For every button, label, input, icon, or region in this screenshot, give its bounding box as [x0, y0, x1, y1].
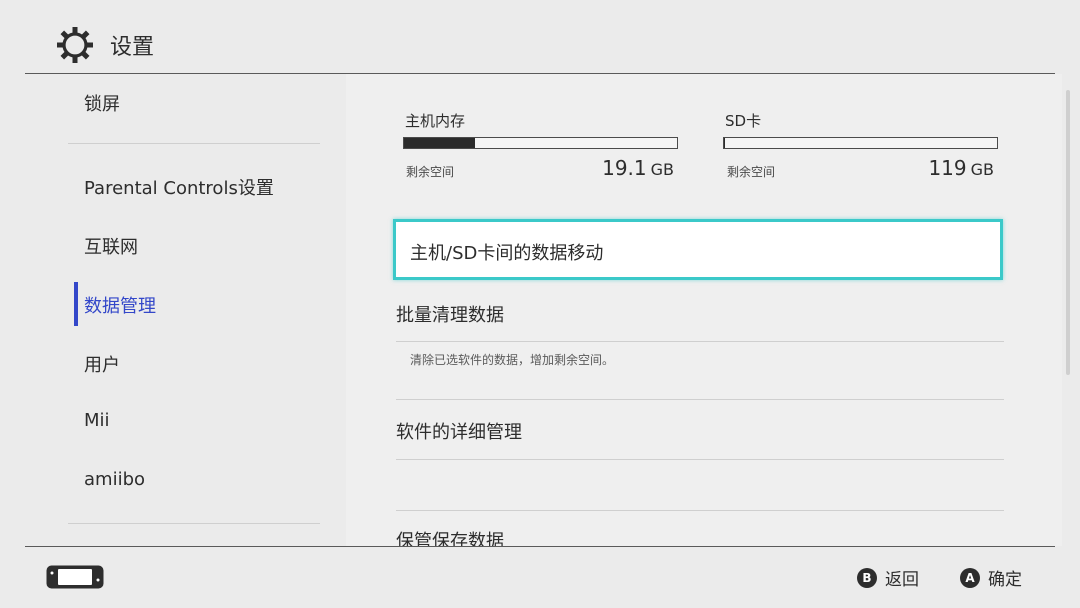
sidebar-item-mii[interactable]: Mii [84, 410, 110, 431]
system-memory-bar [403, 137, 678, 149]
a-button-icon: A [960, 567, 980, 588]
sd-card-bar [723, 137, 998, 149]
sd-free-value: 119 GB [866, 156, 994, 180]
menu-divider [396, 459, 1004, 460]
menu-divider [396, 399, 1004, 400]
page-title: 设置 [110, 35, 155, 60]
scrollbar[interactable] [1066, 90, 1070, 375]
menu-item-software-management[interactable]: 软件的详细管理 [396, 418, 1002, 444]
sd-free-number: 119 [928, 156, 967, 180]
system-free-value: 19.1 GB [546, 156, 674, 180]
menu-item-label: 主机/SD卡间的数据移动 [410, 243, 604, 264]
b-button-icon: B [857, 567, 877, 588]
sidebar-item-data-management[interactable]: 数据管理 [84, 292, 156, 318]
system-free-label: 剩余空间 [406, 165, 455, 179]
sd-card-label: SD卡 [725, 112, 762, 130]
sd-free-unit: GB [970, 160, 994, 179]
footer: B 返回 A 确定 [0, 547, 1080, 608]
menu-divider [396, 510, 1004, 511]
sd-card-bar-fill [724, 138, 726, 148]
back-label: 返回 [885, 570, 919, 590]
menu-divider [396, 341, 1004, 342]
system-free-number: 19.1 [602, 156, 647, 180]
system-memory-bar-fill [404, 138, 475, 148]
menu-item-move-data[interactable]: 主机/SD卡间的数据移动 [393, 219, 1003, 280]
sidebar-item-parental-controls[interactable]: Parental Controls设置 [84, 174, 274, 200]
sd-free-label: 剩余空间 [727, 165, 776, 179]
batch-clean-description: 清除已选软件的数据，增加剩余空间。 [410, 353, 615, 367]
sidebar-active-indicator [74, 282, 78, 326]
system-memory-label: 主机内存 [405, 112, 466, 130]
content-panel: 主机内存 剩余空间 19.1 GB SD卡 剩余空间 119 GB 主机/SD卡间的… [346, 74, 1062, 546]
main-content: 主机内存 剩余空间 19.1 GB SD卡 剩余空间 119 GB 主机/SD卡间的… [346, 74, 1062, 546]
system-free-unit: GB [650, 160, 674, 179]
header: 设置 [0, 0, 1080, 74]
console-icon [46, 565, 104, 589]
sidebar-item-internet[interactable]: 互联网 [84, 233, 138, 259]
sidebar-divider [68, 143, 320, 144]
gear-icon [57, 27, 93, 63]
menu-item-save-data-management[interactable]: 保管保存数据 [396, 527, 1002, 546]
confirm-label: 确定 [988, 570, 1022, 590]
sidebar: 锁屏 Parental Controls设置 互联网 数据管理 用户 Mii a… [0, 74, 346, 546]
menu-item-batch-clean-data[interactable]: 批量清理数据 [396, 301, 1002, 327]
sidebar-item-lock-screen[interactable]: 锁屏 [84, 90, 120, 116]
sidebar-item-amiibo[interactable]: amiibo [84, 469, 145, 490]
sidebar-item-users[interactable]: 用户 [84, 351, 120, 377]
confirm-hint[interactable]: A 确定 [960, 565, 1022, 590]
sidebar-divider [68, 523, 320, 524]
back-hint[interactable]: B 返回 [857, 565, 919, 590]
